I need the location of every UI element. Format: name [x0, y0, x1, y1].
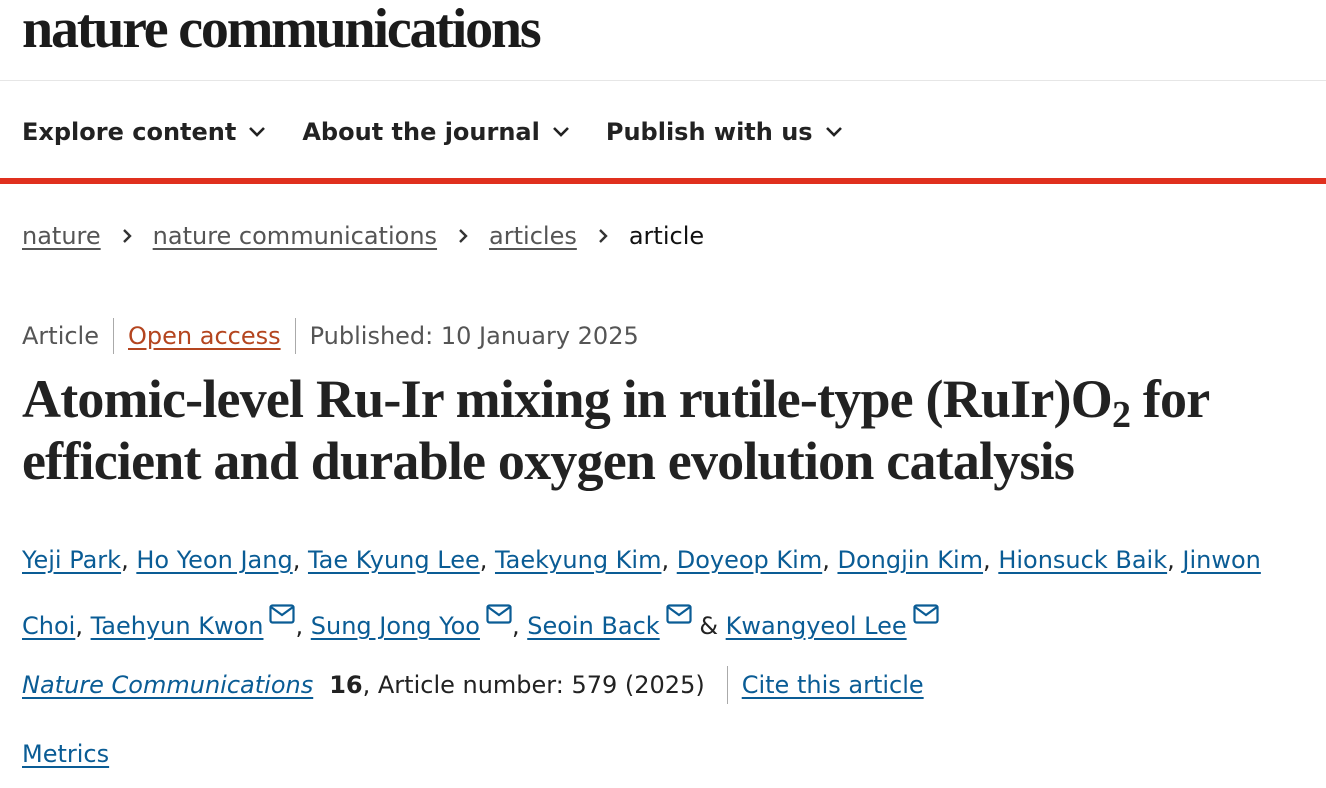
title-subscript: 2 [1111, 394, 1131, 436]
author-link[interactable]: Dongjin Kim [837, 546, 983, 574]
nav-item-label: About the journal [302, 118, 540, 146]
author-link[interactable]: Doyeop Kim [677, 546, 822, 574]
breadcrumb: nature nature communications articles ar… [22, 222, 704, 250]
author-separator: , [661, 546, 677, 574]
chevron-down-icon [825, 126, 843, 138]
author-separator: , [479, 546, 495, 574]
envelope-icon[interactable] [913, 588, 939, 644]
header-divider [0, 80, 1326, 81]
nav-about-the-journal[interactable]: About the journal [302, 118, 570, 146]
main-nav: Explore content About the journal Publis… [22, 112, 879, 152]
journal-link[interactable]: Nature Communications [22, 671, 313, 699]
article-title: Atomic-level Ru-Ir mixing in rutile-type… [22, 368, 1312, 492]
author-separator: , [983, 546, 999, 574]
envelope-icon[interactable] [486, 588, 512, 644]
author-link[interactable]: Taekyung Kim [495, 546, 661, 574]
author-link[interactable]: Sung Jong Yoo [311, 612, 480, 640]
author-list: Yeji Park, Ho Yeon Jang, Tae Kyung Lee, … [22, 532, 1317, 654]
author-separator: , [822, 546, 838, 574]
chevron-right-icon [597, 227, 609, 245]
breadcrumb-nature-communications[interactable]: nature communications [153, 222, 437, 250]
citation-line: Nature Communications 16 , Article numbe… [22, 666, 924, 704]
meta-divider [113, 318, 114, 354]
author-separator: , [75, 612, 91, 640]
chevron-right-icon [121, 227, 133, 245]
nav-explore-content[interactable]: Explore content [22, 118, 266, 146]
author-link[interactable]: Yeji Park [22, 546, 121, 574]
author-separator: , [121, 546, 137, 574]
nav-item-label: Publish with us [605, 118, 813, 146]
breadcrumb-articles[interactable]: articles [489, 222, 577, 250]
published-date: Published: 10 January 2025 [309, 322, 639, 350]
author-separator: , [1167, 546, 1183, 574]
envelope-icon[interactable] [269, 588, 296, 644]
cite-this-article-link[interactable]: Cite this article [742, 671, 924, 699]
accent-bar [0, 178, 1326, 184]
nav-publish-with-us[interactable]: Publish with us [606, 118, 843, 146]
citation-divider [726, 666, 728, 704]
metrics-link[interactable]: Metrics [22, 740, 109, 768]
open-access-link[interactable]: Open access [128, 322, 281, 350]
author-link[interactable]: Seoin Back [527, 612, 659, 640]
chevron-right-icon [457, 227, 469, 245]
article-type: Article [22, 322, 99, 350]
title-text: Atomic-level Ru-Ir mixing in rutile-type… [22, 369, 1113, 429]
author-separator: , [511, 612, 528, 640]
author-separator: , [295, 612, 311, 640]
author-link[interactable]: Ho Yeon Jang [136, 546, 292, 574]
author-separator: & [691, 612, 726, 640]
chevron-down-icon [552, 126, 570, 138]
nav-item-label: Explore content [22, 118, 237, 146]
author-separator: , [292, 546, 308, 574]
breadcrumb-nature[interactable]: nature [22, 222, 101, 250]
article-meta: Article Open access Published: 10 Januar… [22, 318, 639, 354]
author-link[interactable]: Tae Kyung Lee [308, 546, 480, 574]
article-number: , Article number: 579 (2025) [362, 671, 705, 699]
journal-logo[interactable]: nature communications [22, 0, 542, 58]
author-link[interactable]: Taehyun Kwon [91, 612, 264, 640]
author-link[interactable]: Hionsuck Baik [998, 546, 1167, 574]
author-link[interactable]: Kwangyeol Lee [726, 612, 907, 640]
breadcrumb-current: article [628, 222, 705, 250]
volume-number: 16 [329, 671, 363, 699]
meta-divider [294, 318, 296, 354]
chevron-down-icon [248, 126, 266, 138]
envelope-icon[interactable] [666, 588, 692, 644]
